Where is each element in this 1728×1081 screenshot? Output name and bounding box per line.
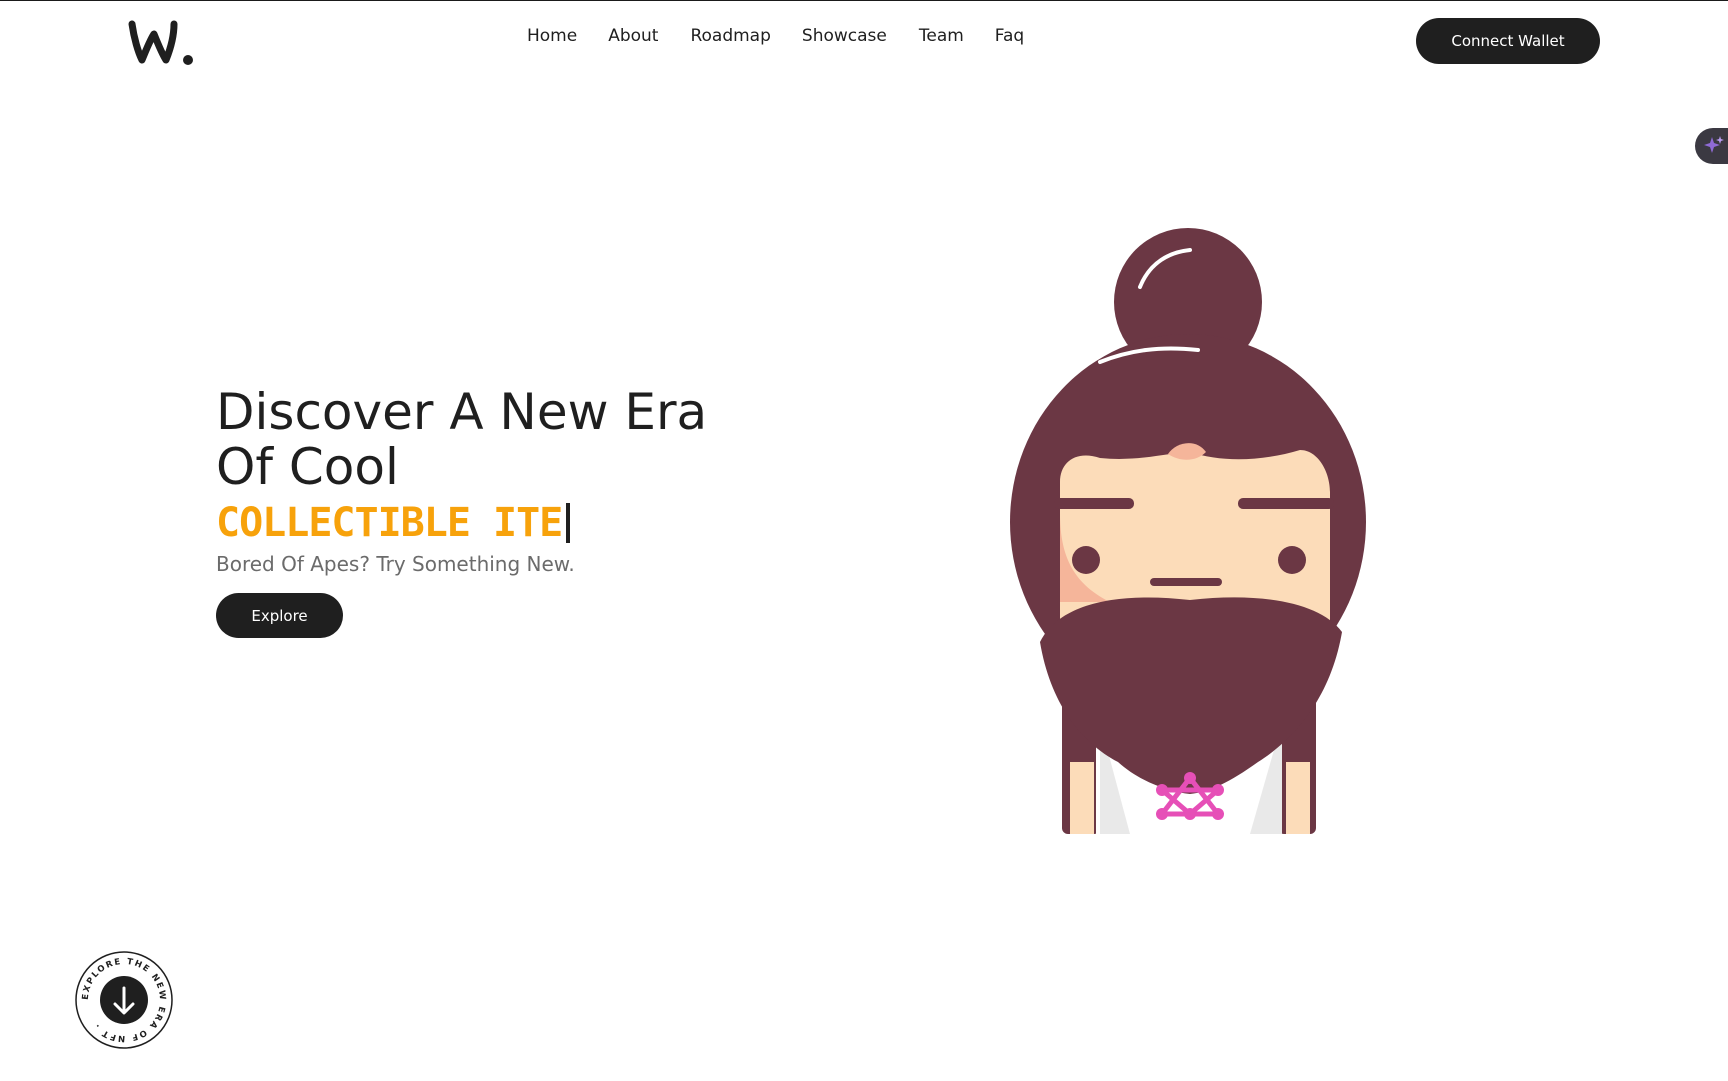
hero-character-illustration (1010, 228, 1366, 834)
text-caret (566, 503, 571, 543)
typed-text: COLLECTIBLE ITE (216, 500, 563, 546)
top-border (0, 0, 1728, 1)
side-assistant-tab[interactable] (1695, 128, 1728, 164)
typed-headline: COLLECTIBLE ITE (216, 500, 571, 546)
explore-button[interactable]: Explore (216, 593, 343, 638)
nav-team[interactable]: Team (919, 26, 964, 46)
scroll-down-badge[interactable]: EXPLORE THE NEW ERA OF NFT . (74, 950, 174, 1050)
connect-wallet-button[interactable]: Connect Wallet (1416, 18, 1600, 64)
logo[interactable] (128, 16, 200, 68)
nav-showcase[interactable]: Showcase (802, 26, 887, 46)
nav-about[interactable]: About (608, 26, 658, 46)
sparkle-icon (1704, 136, 1724, 153)
main-nav: Home About Roadmap Showcase Team Faq (527, 26, 1024, 46)
hero-subtitle: Bored Of Apes? Try Something New. (216, 552, 575, 576)
nav-home[interactable]: Home (527, 26, 577, 46)
hero-title: Discover A New Era Of Cool (216, 383, 708, 496)
nav-roadmap[interactable]: Roadmap (690, 26, 770, 46)
nav-faq[interactable]: Faq (995, 26, 1024, 46)
